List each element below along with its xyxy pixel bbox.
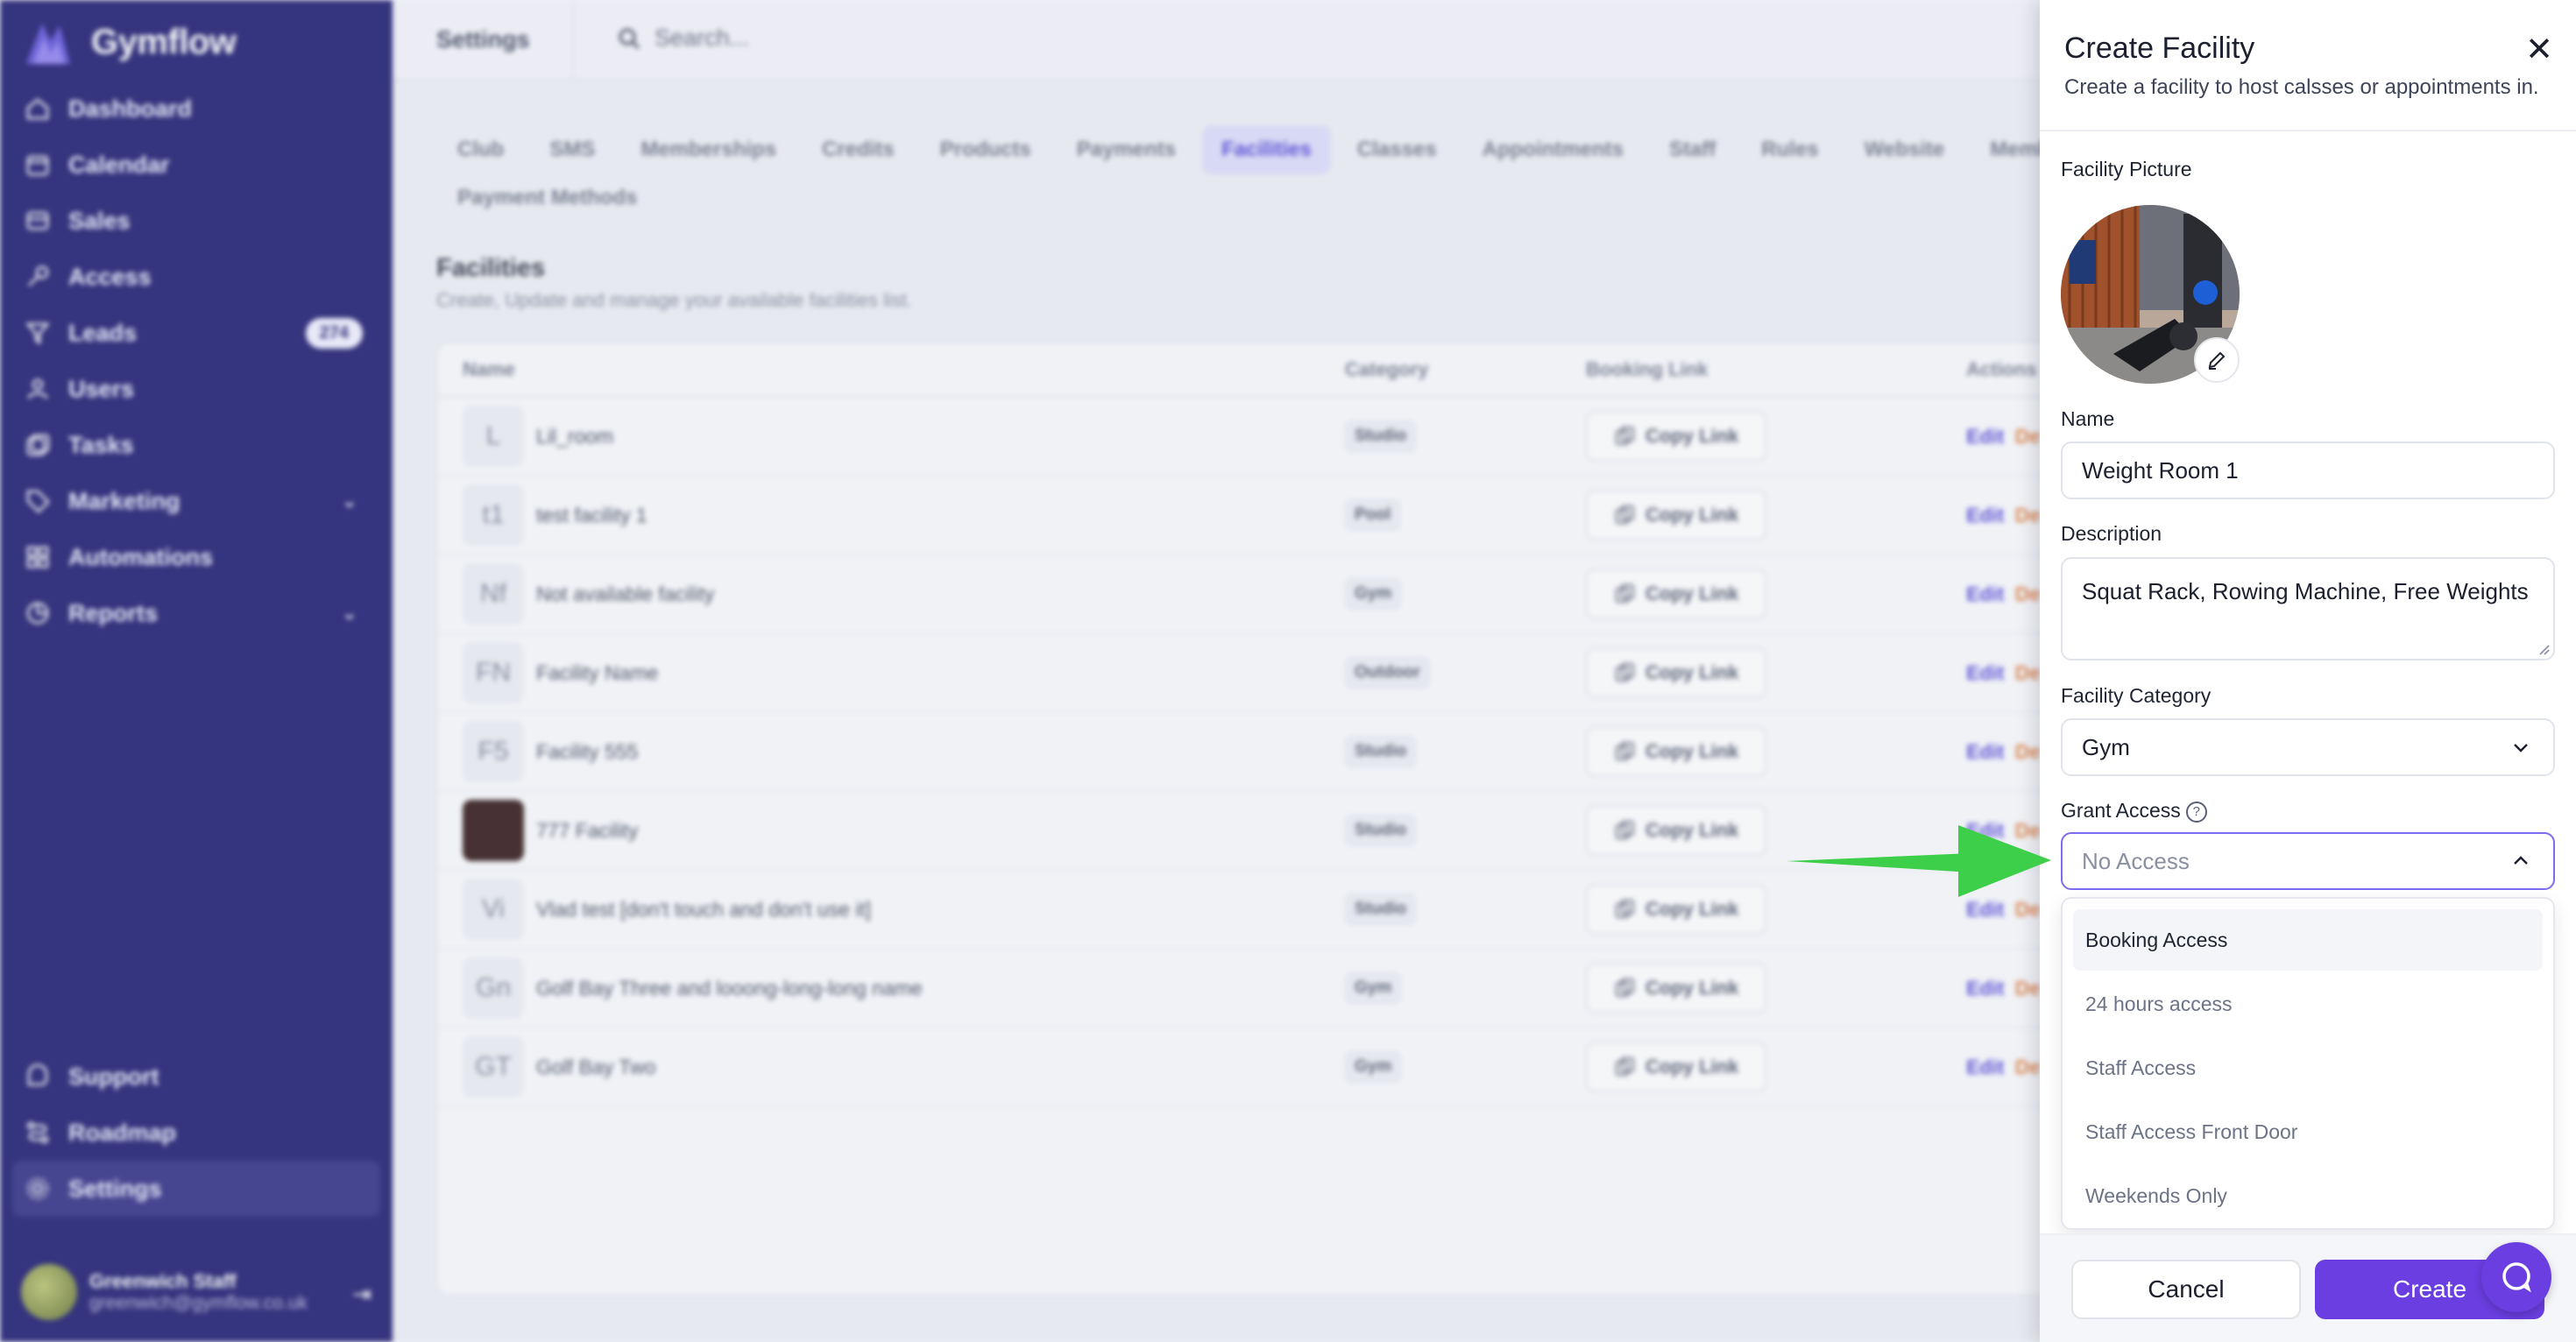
facility-category-label: Facility Category (2061, 684, 2212, 707)
grant-access-dropdown: Booking Access 24 hours access Staff Acc… (2061, 897, 2555, 1230)
drawer-title: Create Facility (2064, 32, 2255, 65)
facility-category-select[interactable]: Gym (2061, 718, 2555, 776)
facility-picture-label: Facility Picture (2061, 158, 2192, 180)
pencil-icon (2208, 351, 2226, 370)
drawer-header: Create Facility Create a facility to hos… (2040, 0, 2576, 131)
chat-support-button[interactable] (2481, 1242, 2551, 1312)
name-value: Weight Room 1 (2082, 456, 2239, 484)
description-label: Description (2061, 522, 2162, 545)
resize-grip-icon[interactable] (2536, 641, 2550, 655)
chevron-up-icon (2514, 856, 2528, 865)
create-facility-drawer: Create Facility Create a facility to hos… (2040, 0, 2576, 1342)
grant-access-placeholder: No Access (2082, 847, 2190, 874)
chat-icon (2502, 1262, 2531, 1293)
close-icon[interactable]: ✕ (2522, 32, 2557, 68)
option-staff-access-front-door[interactable]: Staff Access Front Door (2073, 1101, 2543, 1162)
chevron-down-icon (2514, 744, 2528, 752)
description-textarea[interactable]: Squat Rack, Rowing Machine, Free Weights (2061, 557, 2555, 660)
facility-category-value: Gym (2082, 733, 2130, 760)
help-icon[interactable]: ? (2185, 801, 2207, 823)
option-24-hours-access[interactable]: 24 hours access (2073, 973, 2543, 1035)
name-input[interactable]: Weight Room 1 (2061, 441, 2555, 499)
description-value: Squat Rack, Rowing Machine, Free Weights (2082, 578, 2529, 604)
name-label: Name (2061, 407, 2115, 430)
option-staff-access[interactable]: Staff Access (2073, 1037, 2543, 1098)
option-booking-access[interactable]: Booking Access (2073, 909, 2543, 971)
cancel-button[interactable]: Cancel (2071, 1260, 2301, 1319)
grant-access-label: Grant Access? (2061, 799, 2207, 823)
drawer-subtitle: Create a facility to host calsses or app… (2064, 75, 2539, 99)
green-annotation-arrow (1787, 825, 2051, 897)
grant-access-label-text: Grant Access (2061, 799, 2181, 822)
edit-picture-button[interactable] (2194, 337, 2240, 383)
grant-access-select[interactable]: No Access (2061, 832, 2555, 890)
option-weekends-only[interactable]: Weekends Only (2073, 1165, 2543, 1226)
